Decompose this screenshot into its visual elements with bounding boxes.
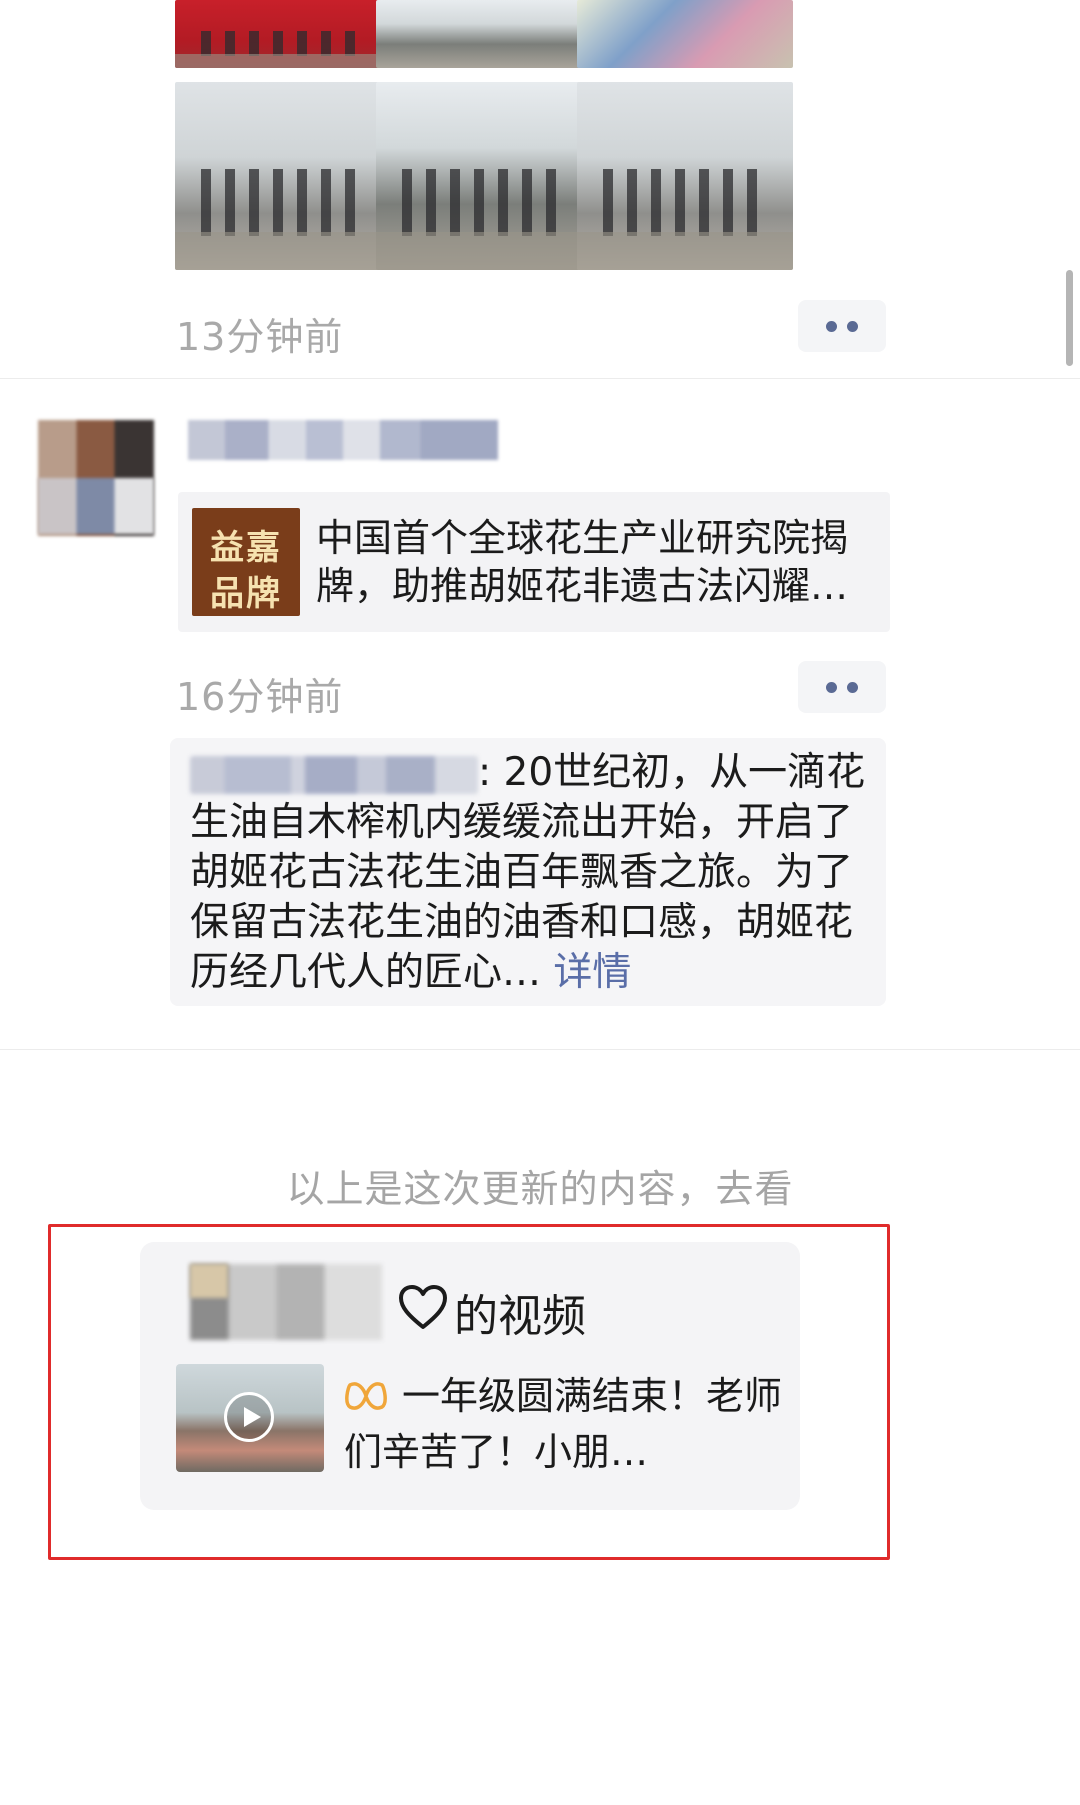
- post-photo-1[interactable]: [175, 0, 391, 68]
- post-photo-3[interactable]: [577, 0, 793, 68]
- user-name[interactable]: [188, 420, 498, 460]
- post-timestamp: 13分钟前: [176, 315, 344, 359]
- post-photo-2[interactable]: [376, 0, 592, 68]
- video-thumbnail[interactable]: [176, 1364, 324, 1472]
- comment-box[interactable]: : 20世纪初，从一滴花生油自木榨机内缓缓流出开始，开启了胡姬花古法花生油百年飘…: [170, 738, 886, 1006]
- play-icon[interactable]: [224, 1392, 274, 1442]
- scrollbar[interactable]: [1066, 270, 1073, 366]
- update-note[interactable]: 以上是这次更新的内容，去看: [0, 1158, 1080, 1213]
- more-button-2[interactable]: [798, 661, 886, 713]
- video-card[interactable]: 的视频 一年级圆满结束！老师们辛苦了！小朋…: [140, 1242, 800, 1510]
- commenter-name[interactable]: [190, 755, 478, 794]
- comment-text: : 20世纪初，从一滴花生油自木榨机内缓缓流出开始，开启了胡姬花古法花生油百年飘…: [190, 748, 870, 998]
- more-button[interactable]: [798, 300, 886, 352]
- heart-icon: [399, 1285, 447, 1329]
- post-photo-5[interactable]: [376, 82, 592, 270]
- video-description: 一年级圆满结束！老师们辛苦了！小朋…: [344, 1374, 783, 1474]
- shared-link-title: 中国首个全球花生产业研究院揭牌，助推胡姬花非遗古法闪耀…: [316, 516, 849, 608]
- post-photo-4[interactable]: [175, 82, 391, 270]
- detail-link[interactable]: 详情: [553, 950, 631, 995]
- video-label: 的视频: [454, 1291, 586, 1342]
- post-photo-6[interactable]: [577, 82, 793, 270]
- shared-link-card[interactable]: 益嘉 品牌 中国首个全球花生产业研究院揭牌，助推胡姬花非遗古法闪耀…: [178, 492, 890, 632]
- more-dots-icon: [826, 681, 837, 693]
- avatar-lower: [38, 478, 154, 534]
- post-timestamp-2: 16分钟前: [176, 675, 344, 719]
- brand-thumbnail: 益嘉 品牌: [192, 508, 300, 616]
- more-dots-icon: [826, 320, 837, 332]
- loop-icon: [345, 1382, 387, 1410]
- post-divider: [0, 378, 1080, 379]
- post-divider-2: [0, 1049, 1080, 1050]
